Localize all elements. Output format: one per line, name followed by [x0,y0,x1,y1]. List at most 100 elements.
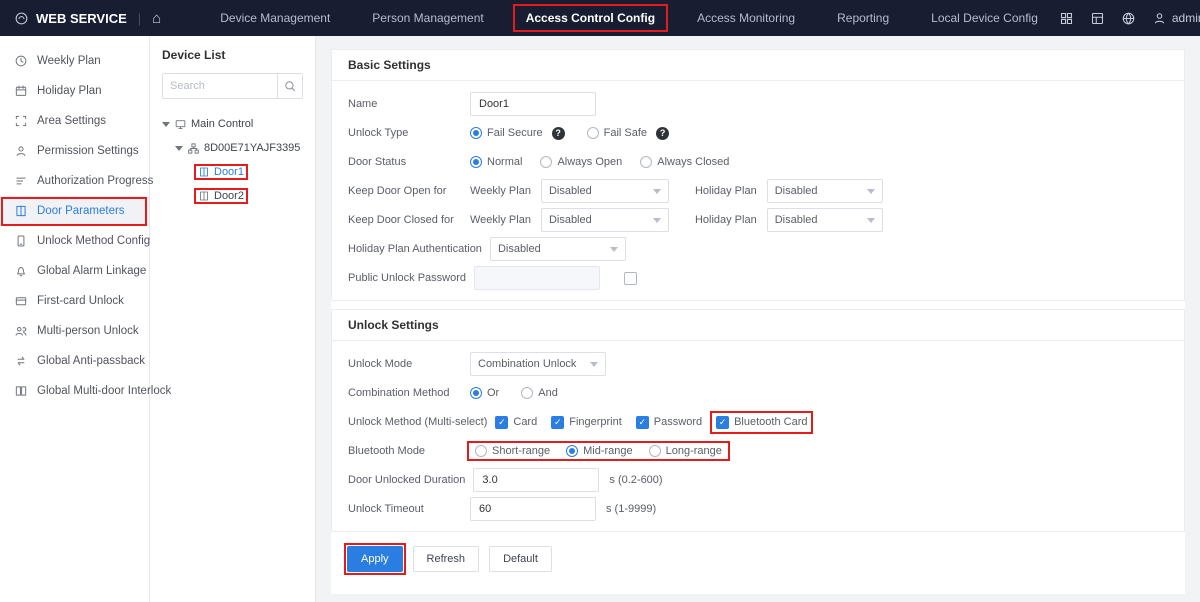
checkbox-fingerprint[interactable]: ✓Fingerprint [551,416,622,429]
duration-input[interactable] [473,468,599,492]
tree-node-door2[interactable]: Door2 [162,184,303,208]
unlock-mode-select[interactable]: Combination Unlock [470,352,606,376]
sidebar-item-global-multi-door-interlock[interactable]: Global Multi-door Interlock [0,376,149,406]
sidebar-item-first-card-unlock[interactable]: First-card Unlock [0,286,149,316]
chevron-down-icon [867,189,875,198]
radio-normal[interactable]: Normal [470,156,522,168]
radio-and[interactable]: And [521,387,558,399]
nav-access-control-config[interactable]: Access Control Config [505,0,676,36]
holiday-plan-label: Holiday Plan [695,214,757,226]
topbar: WEB SERVICE | ⌂ Device Management Person… [0,0,1200,36]
keep-open-weekly-select[interactable]: Disabled [541,179,669,203]
tree-label: Door1 [214,166,244,178]
nav-person-management[interactable]: Person Management [351,0,504,36]
sidebar-label: Permission Settings [37,145,139,157]
checkbox-password[interactable]: ✓Password [636,416,702,429]
door-unlocked-duration-label: Door Unlocked Duration [348,474,473,486]
duration-unit: s (0.2-600) [609,474,662,486]
keep-closed-weekly-select[interactable]: Disabled [541,208,669,232]
checkbox-label: Card [513,416,537,428]
checkbox-label: Fingerprint [569,416,622,428]
default-button[interactable]: Default [489,546,552,572]
sidebar-item-holiday-plan[interactable]: Holiday Plan [0,76,149,106]
sidebar-label: Global Multi-door Interlock [37,385,171,397]
radio-label: Fail Secure [487,127,543,139]
nav-access-monitoring[interactable]: Access Monitoring [676,0,816,36]
bluetooth-mode-label: Bluetooth Mode [348,445,470,457]
unlock-method-label: Unlock Method (Multi-select) [348,416,495,428]
checkbox-box: ✓ [716,416,729,429]
radio-mid-range[interactable]: Mid-range [566,445,633,457]
search-input[interactable] [163,80,277,92]
timeout-input[interactable] [470,497,596,521]
people-icon [14,324,28,338]
sidebar-item-weekly-plan[interactable]: Weekly Plan [0,46,149,76]
radio-label: Long-range [666,445,722,457]
tree-node-door1[interactable]: Door1 [162,160,303,184]
panel-icon[interactable] [1090,11,1105,26]
caret-down-icon[interactable] [162,122,170,131]
holiday-auth-select[interactable]: Disabled [490,237,626,261]
radio-or[interactable]: Or [470,387,499,399]
tree-label: Main Control [191,118,253,130]
unlock-timeout-label: Unlock Timeout [348,503,470,515]
sidebar-item-authorization-progress[interactable]: Authorization Progress [0,166,149,196]
select-value: Disabled [498,243,541,255]
user-menu[interactable]: admin [1152,11,1200,26]
globe-icon[interactable] [1121,11,1136,26]
tree-node-main-control[interactable]: Main Control [162,112,303,136]
chevron-down-icon [653,218,661,227]
home-icon[interactable]: ⌂ [152,10,161,27]
apply-button[interactable]: Apply [347,546,403,572]
public-password-row: Public Unlock Password [348,265,1168,291]
checkbox-bluetooth-card[interactable]: ✓Bluetooth Card [716,416,807,429]
device-list-title: Device List [162,48,303,62]
unlock-settings-section: Unlock Settings Unlock Mode Combination … [331,309,1185,532]
sidebar-item-area-settings[interactable]: Area Settings [0,106,149,136]
tree-node-device[interactable]: 8D00E71YAJF3395 [162,136,303,160]
brand-title: WEB SERVICE [36,11,127,26]
sidebar-item-permission-settings[interactable]: Permission Settings [0,136,149,166]
keep-door-open-label: Keep Door Open for [348,185,470,197]
name-input[interactable] [470,92,596,116]
nav-local-device-config[interactable]: Local Device Config [910,0,1059,36]
help-icon[interactable]: ? [656,127,669,140]
door-icon [198,166,210,178]
radio-label: Mid-range [583,445,633,457]
keep-door-open-row: Keep Door Open for Weekly Plan Disabled … [348,178,1168,204]
radio-fail-safe[interactable]: Fail Safe? [587,127,669,140]
sidebar-label: Holiday Plan [37,85,102,97]
sidebar-item-door-parameters[interactable]: Door Parameters [0,196,149,226]
radio-short-range[interactable]: Short-range [475,445,550,457]
nav-device-management[interactable]: Device Management [199,0,351,36]
logo-icon [14,11,29,26]
search-button[interactable] [277,74,302,98]
keep-closed-holiday-select[interactable]: Disabled [767,208,883,232]
radio-always-closed[interactable]: Always Closed [640,156,729,168]
chevron-down-icon [653,189,661,198]
caret-down-icon[interactable] [175,146,183,155]
sidebar-item-unlock-method-config[interactable]: Unlock Method Config [0,226,149,256]
help-icon[interactable]: ? [552,127,565,140]
sidebar-item-global-anti-passback[interactable]: Global Anti-passback [0,346,149,376]
refresh-button[interactable]: Refresh [413,546,480,572]
radio-long-range[interactable]: Long-range [649,445,722,457]
tree-label: Door2 [214,190,244,202]
public-password-label: Public Unlock Password [348,272,474,284]
keep-open-holiday-select[interactable]: Disabled [767,179,883,203]
public-password-input[interactable] [474,266,600,290]
grid-icon[interactable] [1059,11,1074,26]
radio-always-open[interactable]: Always Open [540,156,622,168]
radio-fail-secure[interactable]: Fail Secure? [470,127,565,140]
clock-icon [14,54,28,68]
sidebar-item-multi-person-unlock[interactable]: Multi-person Unlock [0,316,149,346]
nav-reporting[interactable]: Reporting [816,0,910,36]
list-icon [14,174,28,188]
chevron-down-icon [867,218,875,227]
checkbox-box: ✓ [495,416,508,429]
sidebar-label: Door Parameters [37,205,125,217]
sidebar-label: Authorization Progress [37,175,153,187]
public-password-checkbox[interactable] [624,272,637,285]
sidebar-item-global-alarm-linkage[interactable]: Global Alarm Linkage [0,256,149,286]
checkbox-card[interactable]: ✓ Card [495,416,537,429]
